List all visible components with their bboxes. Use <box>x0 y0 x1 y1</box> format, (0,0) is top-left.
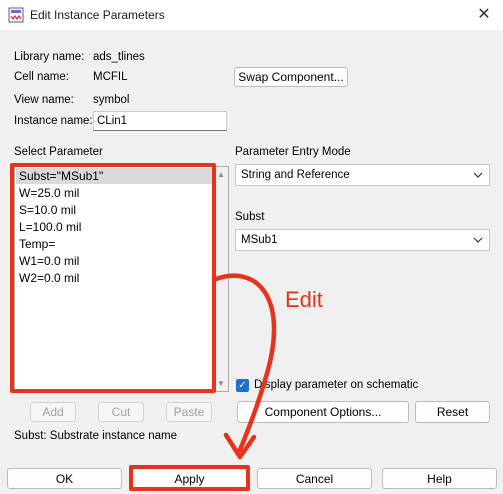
ok-button[interactable]: OK <box>7 468 122 489</box>
cut-button[interactable]: Cut <box>98 402 144 422</box>
library-name-label: Library name: <box>14 51 85 63</box>
subst-value: MSub1 <box>241 234 278 246</box>
cell-name-label: Cell name: <box>14 71 69 83</box>
close-icon[interactable]: ✕ <box>472 4 496 26</box>
entry-mode-label: Parameter Entry Mode <box>235 146 351 158</box>
entry-mode-select[interactable]: String and Reference <box>235 164 490 186</box>
view-name-value: symbol <box>93 94 130 106</box>
add-button[interactable]: Add <box>30 402 76 422</box>
app-icon <box>8 7 24 23</box>
instance-name-input[interactable]: CLin1 <box>93 111 227 131</box>
cell-name-value: MCFIL <box>93 71 128 83</box>
subst-select[interactable]: MSub1 <box>235 229 490 251</box>
view-name-label: View name: <box>14 94 74 106</box>
chevron-down-icon <box>473 172 483 178</box>
scroll-up-arrow-icon[interactable]: ▲ <box>214 170 228 179</box>
subst-label: Subst <box>235 211 265 223</box>
library-name-value: ads_tlines <box>93 51 145 63</box>
window-title: Edit Instance Parameters <box>30 8 165 22</box>
entry-mode-value: String and Reference <box>241 169 350 181</box>
cancel-button[interactable]: Cancel <box>257 468 372 489</box>
annotation-edit-label: Edit <box>285 287 323 312</box>
select-parameter-label: Select Parameter <box>14 146 103 158</box>
status-text: Subst: Substrate instance name <box>14 430 178 442</box>
annotation-highlight-box <box>10 163 216 393</box>
instance-name-label: Instance name: <box>14 115 93 127</box>
help-button[interactable]: Help <box>382 468 497 489</box>
chevron-down-icon <box>473 237 483 243</box>
paste-button[interactable]: Paste <box>166 402 212 422</box>
reset-button[interactable]: Reset <box>415 401 490 423</box>
swap-component-button[interactable]: Swap Component... <box>234 67 348 87</box>
